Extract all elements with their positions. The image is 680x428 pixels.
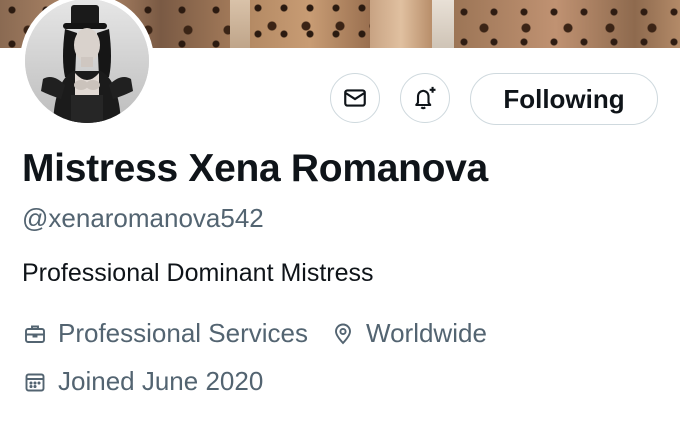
avatar-image: [25, 0, 149, 123]
briefcase-icon: [22, 321, 48, 347]
profile-meta-row: Professional Services Worldwide: [22, 318, 487, 349]
banner-segment: [432, 0, 454, 48]
profile-location-label: Worldwide: [366, 318, 487, 348]
message-button[interactable]: [330, 73, 380, 123]
profile-page: Following Mistress Xena Romanova @xenaro…: [0, 0, 680, 428]
banner-segment: [230, 0, 250, 48]
banner-segment: [454, 0, 680, 48]
profile-location: Worldwide: [330, 318, 487, 349]
following-button[interactable]: Following: [470, 73, 658, 125]
avatar[interactable]: [20, 0, 154, 128]
profile-bio: Professional Dominant Mistress: [22, 259, 374, 287]
notifications-button[interactable]: [400, 73, 450, 123]
username-handle: @xenaromanova542: [22, 203, 264, 233]
profile-meta-row: Joined June 2020: [22, 366, 263, 397]
profile-category-label: Professional Services: [58, 318, 308, 348]
location-pin-icon: [330, 321, 356, 347]
envelope-icon: [342, 85, 368, 111]
profile-category: Professional Services: [22, 318, 308, 349]
following-button-label: Following: [503, 83, 625, 114]
profile-joined: Joined June 2020: [22, 366, 263, 397]
avatar-portrait: [25, 0, 149, 123]
banner-segment: [250, 0, 370, 48]
display-name: Mistress Xena Romanova: [22, 147, 488, 190]
bell-plus-icon: [411, 84, 439, 112]
calendar-icon: [22, 369, 48, 395]
profile-joined-label: Joined June 2020: [58, 366, 264, 396]
banner-segment: [370, 0, 432, 48]
